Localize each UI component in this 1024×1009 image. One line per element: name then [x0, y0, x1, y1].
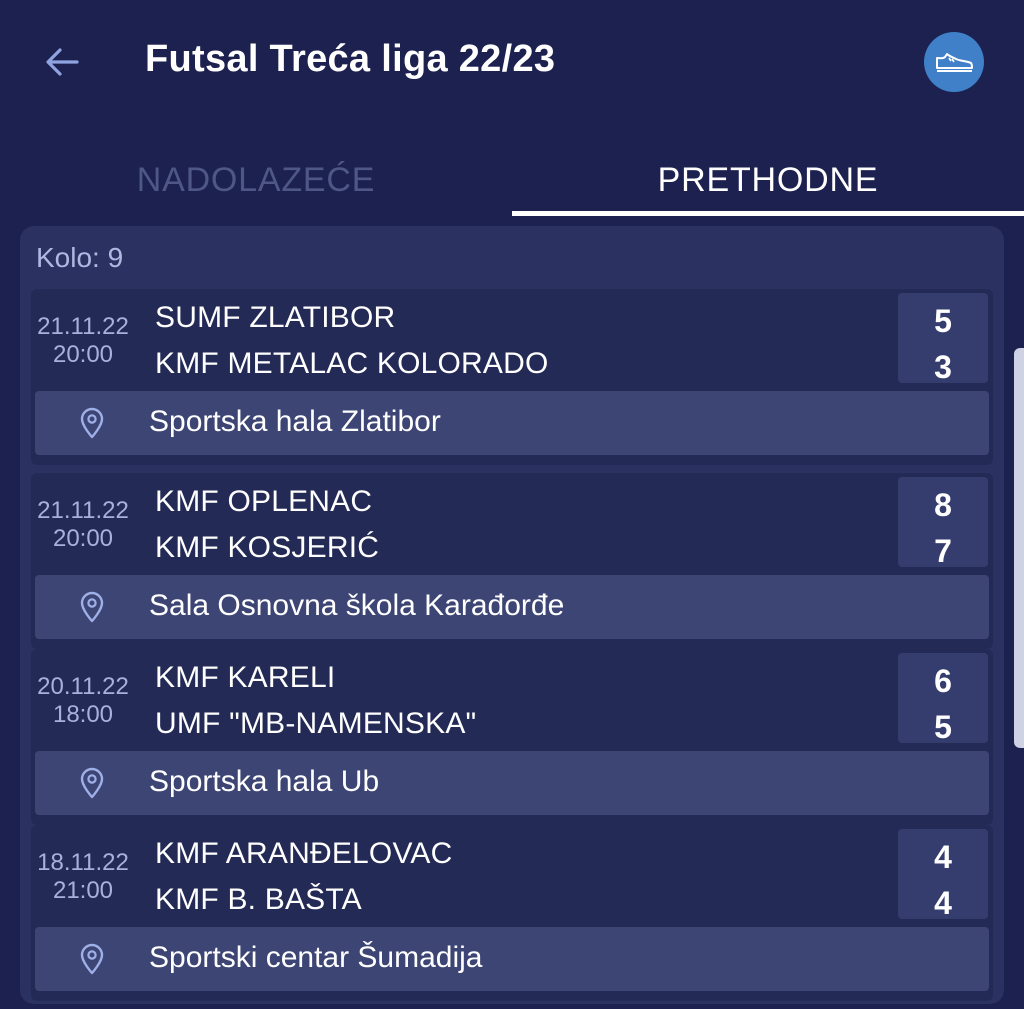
tab-previous[interactable]: PRETHODNE	[512, 145, 1024, 215]
tab-upcoming[interactable]: NADOLAZEĆE	[0, 145, 512, 215]
tab-bar: NADOLAZEĆE PRETHODNE	[0, 145, 1024, 217]
match-time: 18:00	[52, 701, 114, 728]
away-team: KMF B. BAŠTA	[155, 883, 362, 916]
scrollbar[interactable]	[1014, 348, 1024, 748]
home-score: 6	[934, 663, 952, 699]
score-box: 4 4	[898, 829, 988, 921]
away-team: KMF KOSJERIĆ	[155, 531, 380, 564]
active-tab-indicator	[512, 211, 1024, 216]
location-pin-icon	[80, 943, 104, 975]
back-button[interactable]	[40, 40, 84, 84]
away-score: 4	[934, 885, 952, 921]
venue-row[interactable]: Sportska hala Ub	[35, 751, 989, 815]
score-box: 8 7	[898, 477, 988, 569]
venue-row[interactable]: Sala Osnovna škola Karađorđe	[35, 575, 989, 639]
page-title: Futsal Treća liga 22/23	[145, 38, 556, 80]
match-time: 20:00	[52, 341, 114, 368]
home-score: 4	[934, 839, 952, 875]
match-datetime: 21.11.22 20:00	[31, 497, 135, 553]
match-date: 18.11.22	[37, 849, 129, 876]
away-team: UMF "MB-NAMENSKA"	[155, 707, 477, 740]
match-date: 20.11.22	[37, 673, 129, 700]
match-datetime: 18.11.22 21:00	[31, 849, 135, 905]
home-team: KMF ARANĐELOVAC	[155, 837, 453, 870]
match-item[interactable]: 18.11.22 21:00 KMF ARANĐELOVAC KMF B. BA…	[31, 825, 993, 1001]
venue-row[interactable]: Sportski centar Šumadija	[35, 927, 989, 991]
match-time: 21:00	[52, 877, 114, 904]
sneaker-icon	[936, 53, 973, 72]
match-item[interactable]: 21.11.22 20:00 SUMF ZLATIBOR KMF METALAC…	[31, 289, 993, 465]
arrow-left-icon	[46, 48, 79, 76]
home-score: 8	[934, 487, 952, 523]
venue-name: Sportski centar Šumadija	[149, 941, 483, 974]
location-pin-icon	[80, 767, 104, 799]
match-item[interactable]: 21.11.22 20:00 KMF OPLENAC KMF KOSJERIĆ …	[31, 473, 993, 649]
score-box: 6 5	[898, 653, 988, 745]
away-score: 7	[934, 533, 952, 569]
score-box: 5 3	[898, 293, 988, 385]
match-datetime: 21.11.22 20:00	[31, 313, 135, 369]
venue-name: Sportska hala Ub	[149, 765, 380, 798]
away-score: 5	[934, 709, 952, 745]
home-team: SUMF ZLATIBOR	[155, 301, 396, 334]
location-pin-icon	[80, 591, 104, 623]
home-team: KMF KARELI	[155, 661, 336, 694]
venue-row[interactable]: Sportska hala Zlatibor	[35, 391, 989, 455]
match-time: 20:00	[52, 525, 114, 552]
home-score: 5	[934, 303, 952, 339]
match-date: 21.11.22	[37, 313, 129, 340]
location-pin-icon	[80, 407, 104, 439]
venue-name: Sportska hala Zlatibor	[149, 405, 441, 438]
away-score: 3	[934, 349, 952, 385]
round-card: Kolo: 9 21.11.22 20:00 SUMF ZLATIBOR KMF…	[20, 226, 1004, 1004]
home-team: KMF OPLENAC	[155, 485, 373, 518]
match-date: 21.11.22	[37, 497, 129, 524]
round-label: Kolo: 9	[36, 242, 124, 273]
sport-button[interactable]	[924, 32, 984, 92]
venue-name: Sala Osnovna škola Karađorđe	[149, 589, 565, 622]
app-header: Futsal Treća liga 22/23	[0, 0, 1024, 130]
match-datetime: 20.11.22 18:00	[31, 673, 135, 729]
match-item[interactable]: 20.11.22 18:00 KMF KARELI UMF "MB-NAMENS…	[31, 649, 993, 825]
away-team: KMF METALAC KOLORADO	[155, 347, 549, 380]
